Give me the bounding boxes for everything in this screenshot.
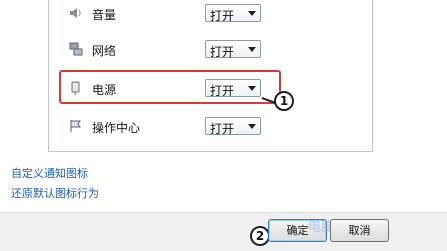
action-center-label: 操作中心	[92, 121, 141, 135]
network-label: 网络	[92, 44, 117, 58]
volume-dropdown-value: 打开	[210, 9, 235, 23]
volume-label: 音量	[92, 8, 117, 22]
cancel-button[interactable]: 取消	[330, 219, 389, 242]
customize-notification-icons-link[interactable]: 自定义通知图标	[11, 165, 88, 181]
chevron-down-icon	[248, 11, 256, 16]
speaker-icon	[68, 5, 84, 21]
network-dropdown-value: 打开	[210, 45, 235, 59]
callout-number-1: 1	[274, 91, 294, 111]
panel-border-right	[372, 0, 373, 152]
chevron-down-icon	[248, 47, 256, 52]
action-center-dropdown-value: 打开	[210, 122, 235, 136]
callout-number-2: 2	[250, 226, 270, 246]
panel-border-left	[48, 0, 49, 152]
flag-icon	[68, 118, 84, 134]
network-icon	[68, 41, 84, 57]
volume-dropdown[interactable]: 打开	[205, 4, 261, 23]
chevron-down-icon	[248, 124, 256, 129]
action-center-dropdown[interactable]: 打开	[205, 117, 261, 136]
highlight-box	[59, 70, 281, 104]
restore-default-icon-behavior-link[interactable]: 还原默认图标行为	[11, 185, 99, 201]
network-dropdown[interactable]: 打开	[205, 40, 261, 59]
row-volume: 音量 打开	[68, 4, 268, 24]
row-network: 网络 打开	[68, 40, 268, 60]
panel-border-bottom	[48, 151, 373, 152]
row-action-center: 操作中心 打开	[68, 117, 268, 137]
